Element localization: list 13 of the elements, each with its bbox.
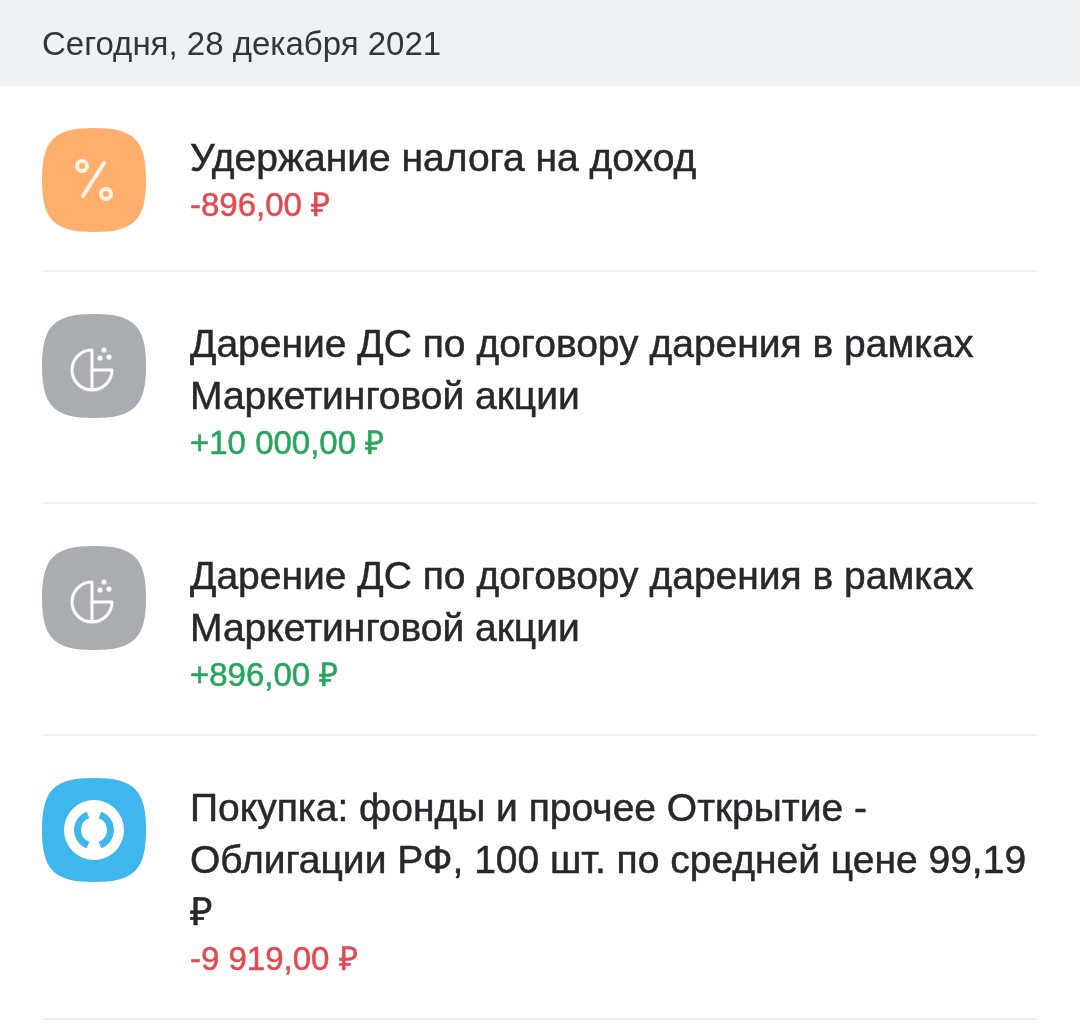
transaction-amount: -9 919,00 ₽ [190, 939, 358, 979]
transaction-amount: +10 000,00 ₽ [190, 423, 385, 463]
date-label: Сегодня, 28 декабря 2021 [42, 26, 442, 60]
transaction-amount: +896,00 ₽ [190, 655, 339, 695]
transaction-title: Дарение ДС по договору дарения в рамках Маркетинговой акции [190, 321, 975, 419]
transaction-row[interactable]: Дарение ДС по договору дарения в рамках Маркетинговой акции +10 000,00 ₽ [42, 272, 1038, 504]
transaction-row[interactable]: Дарение ДС по договору дарения в рамках Маркетинговой акции +896,00 ₽ [42, 504, 1038, 736]
transaction-title: Удержание налога на доход [190, 135, 697, 181]
transaction-amount: -896,00 ₽ [190, 185, 331, 225]
transaction-title: Покупка: фонды и прочее Открытие - Облигации РФ, 100 шт. по средней цене 99,19 ₽ [190, 785, 1028, 935]
transaction-row[interactable]: Покупка: фонды и прочее Открытие - Облигации РФ, 100 шт. по средней цене 99,19 ₽ -9 919,00 ₽ [42, 736, 1038, 1020]
transaction-title: Дарение ДС по договору дарения в рамках Маркетинговой акции [190, 553, 975, 651]
transaction-row[interactable]: Удержание налога на доход -896,00 ₽ [42, 86, 1038, 272]
